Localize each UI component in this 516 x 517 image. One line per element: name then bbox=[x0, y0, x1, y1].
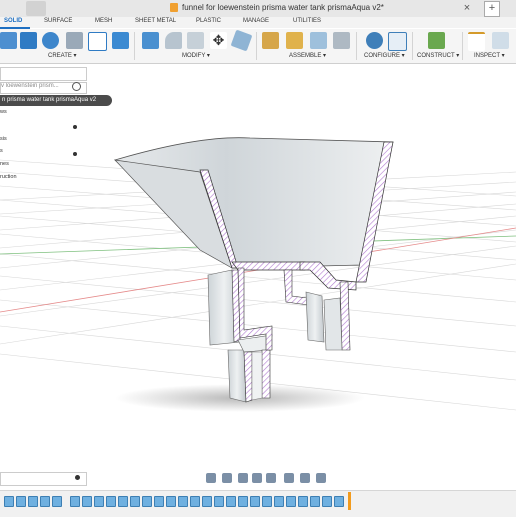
timeline-feature-icon[interactable] bbox=[322, 496, 332, 507]
grid-settings-icon[interactable] bbox=[300, 473, 310, 483]
timeline-feature-icon[interactable] bbox=[82, 496, 92, 507]
interference-icon[interactable] bbox=[492, 32, 509, 49]
tree-item-planes[interactable]: nes bbox=[0, 161, 9, 167]
box-icon[interactable] bbox=[112, 32, 129, 49]
activate-radio-icon[interactable] bbox=[72, 82, 81, 91]
timeline-feature-icon[interactable] bbox=[178, 496, 188, 507]
comments-panel[interactable] bbox=[0, 472, 87, 486]
comments-toggle-icon[interactable] bbox=[75, 475, 80, 480]
move-icon[interactable]: ✥ bbox=[210, 32, 227, 49]
window-title: funnel for loewenstein prisma water tank… bbox=[182, 3, 384, 12]
look-at-icon[interactable] bbox=[222, 473, 232, 483]
timeline-marker[interactable] bbox=[348, 492, 351, 510]
modify-menu[interactable]: MODIFY ▾ bbox=[182, 52, 210, 59]
timeline-feature-icon[interactable] bbox=[118, 496, 128, 507]
joint-icon[interactable] bbox=[262, 32, 279, 49]
timeline-feature-icon[interactable] bbox=[70, 496, 80, 507]
timeline-feature-icon[interactable] bbox=[226, 496, 236, 507]
tab-solid[interactable]: SOLID bbox=[4, 18, 22, 24]
tab-sheet-metal[interactable]: SHEET METAL bbox=[135, 18, 176, 24]
active-component-row[interactable]: n prisma water tank prismaAqua v2 bbox=[0, 95, 112, 106]
visibility-bullet-icon[interactable] bbox=[73, 152, 77, 156]
timeline-feature-icon[interactable] bbox=[130, 496, 140, 507]
timeline-feature-icon[interactable] bbox=[142, 496, 152, 507]
browser-header[interactable] bbox=[0, 67, 87, 81]
timeline-end-icon[interactable] bbox=[52, 496, 62, 507]
revolve-icon[interactable] bbox=[42, 32, 59, 49]
timeline-feature-icon[interactable] bbox=[106, 496, 116, 507]
timeline-feature-icon[interactable] bbox=[310, 496, 320, 507]
as-built-joint-icon[interactable] bbox=[286, 32, 303, 49]
timeline-feature-icon[interactable] bbox=[334, 496, 344, 507]
configure-menu[interactable]: CONFIGURE ▾ bbox=[364, 52, 405, 59]
tab-surface[interactable]: SURFACE bbox=[44, 18, 72, 24]
timeline-feature-icon[interactable] bbox=[262, 496, 272, 507]
offset-plane-icon[interactable] bbox=[428, 32, 445, 49]
tree-item-analysis[interactable]: sis bbox=[0, 136, 7, 142]
3d-viewport[interactable] bbox=[0, 63, 516, 473]
timeline-feature-icon[interactable] bbox=[214, 496, 224, 507]
viewports-icon[interactable] bbox=[316, 473, 326, 483]
configure-table-icon[interactable] bbox=[388, 32, 407, 51]
zoom-window-icon[interactable] bbox=[266, 473, 276, 483]
timeline-feature-icon[interactable] bbox=[286, 496, 296, 507]
hole-icon[interactable] bbox=[66, 32, 83, 49]
close-tab-icon[interactable]: × bbox=[460, 1, 474, 15]
timeline-feature-icon[interactable] bbox=[154, 496, 164, 507]
timeline-play-icon[interactable] bbox=[28, 496, 38, 507]
tree-item-construction[interactable]: ruction bbox=[0, 174, 17, 180]
shell-icon[interactable] bbox=[187, 32, 204, 49]
timeline-feature-icon[interactable] bbox=[166, 496, 176, 507]
rigid-group-icon[interactable] bbox=[310, 32, 327, 49]
sketch-icon[interactable] bbox=[88, 32, 107, 51]
press-pull-icon[interactable] bbox=[142, 32, 159, 49]
zoom-icon[interactable] bbox=[252, 473, 262, 483]
timeline-step-back-icon[interactable] bbox=[16, 496, 26, 507]
pan-icon[interactable] bbox=[238, 473, 248, 483]
timeline-feature-icon[interactable] bbox=[298, 496, 308, 507]
motion-link-icon[interactable] bbox=[333, 32, 350, 49]
tree-item-views[interactable]: ws bbox=[0, 109, 7, 115]
timeline-step-forward-icon[interactable] bbox=[40, 496, 50, 507]
tab-utilities[interactable]: UTILITIES bbox=[293, 18, 321, 24]
create-menu[interactable]: CREATE ▾ bbox=[48, 52, 77, 59]
parameters-icon[interactable] bbox=[366, 32, 383, 49]
timeline-start-icon[interactable] bbox=[4, 496, 14, 507]
construct-menu[interactable]: CONSTRUCT ▾ bbox=[417, 52, 459, 59]
fillet-icon[interactable] bbox=[165, 32, 182, 49]
assemble-menu[interactable]: ASSEMBLE ▾ bbox=[289, 52, 326, 59]
orbit-icon[interactable] bbox=[206, 473, 216, 483]
document-icon bbox=[170, 3, 178, 12]
extrude-icon[interactable] bbox=[20, 32, 37, 49]
timeline-feature-icon[interactable] bbox=[94, 496, 104, 507]
tab-manage[interactable]: MANAGE bbox=[243, 18, 269, 24]
timeline-feature-icon[interactable] bbox=[238, 496, 248, 507]
timeline-feature-icon[interactable] bbox=[274, 496, 284, 507]
display-settings-icon[interactable] bbox=[284, 473, 294, 483]
timeline-feature-icon[interactable] bbox=[190, 496, 200, 507]
tab-plastic[interactable]: PLASTIC bbox=[196, 18, 221, 24]
timeline-feature-icon[interactable] bbox=[250, 496, 260, 507]
tab-mesh[interactable]: MESH bbox=[95, 18, 112, 24]
timeline-feature-icon[interactable] bbox=[202, 496, 212, 507]
tree-item-origin[interactable]: s bbox=[0, 148, 3, 154]
measure-icon[interactable] bbox=[468, 32, 485, 51]
new-tab-button[interactable]: + bbox=[484, 1, 500, 17]
new-component-icon[interactable] bbox=[0, 32, 17, 49]
home-icon[interactable] bbox=[26, 1, 46, 16]
visibility-bullet-icon[interactable] bbox=[73, 125, 77, 129]
inspect-menu[interactable]: INSPECT ▾ bbox=[474, 52, 505, 59]
